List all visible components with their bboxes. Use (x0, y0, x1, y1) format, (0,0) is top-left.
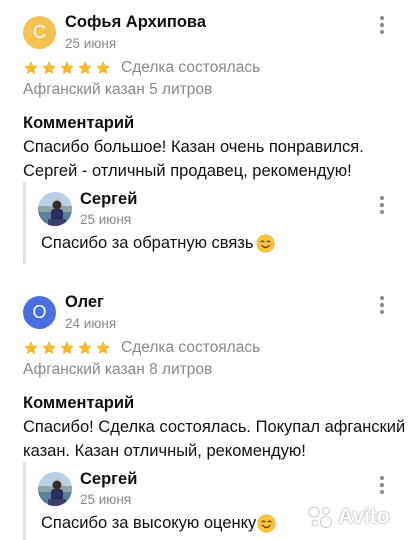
deal-status: Сделка состоялась (121, 339, 261, 356)
star-icon (96, 61, 110, 75)
avito-logo-icon (308, 506, 332, 528)
reply-text-row: Спасибо за высокую оценку (41, 514, 276, 533)
seller-name[interactable]: Сергей (80, 470, 137, 489)
avito-watermark: Avito (306, 504, 390, 530)
more-options-icon[interactable] (376, 14, 388, 36)
star-icon (78, 341, 92, 355)
smiling-face-icon (257, 514, 276, 533)
star-icon (96, 341, 110, 355)
reply-divider (23, 462, 26, 540)
review-date: 25 июня (65, 36, 117, 51)
deal-status: Сделка состоялась (121, 59, 261, 76)
author-name[interactable]: Софья Архипова (65, 13, 206, 32)
avatar-letter: С (33, 22, 46, 42)
comment-heading: Комментарий (23, 394, 135, 412)
star-icon (24, 341, 38, 355)
author-name[interactable]: Олег (65, 293, 104, 312)
comment-text: Спасибо! Сделка состоялась. Покупал афга… (23, 418, 406, 460)
more-options-icon[interactable] (376, 474, 388, 496)
smiling-face-icon (256, 234, 275, 253)
star-icon (78, 61, 92, 75)
star-icon (42, 61, 56, 75)
comment-heading: Комментарий (23, 114, 135, 132)
star-icon (24, 61, 38, 75)
comment-text: Спасибо большое! Казан очень понравился.… (23, 138, 364, 180)
seller-avatar[interactable] (38, 472, 72, 506)
watermark-text: Avito (338, 505, 390, 528)
reply-date: 25 июня (80, 492, 132, 507)
rating-stars (23, 60, 111, 76)
review-date: 24 июня (65, 316, 117, 331)
more-options-icon[interactable] (376, 194, 388, 216)
reply-text: Спасибо за высокую оценку (41, 514, 257, 532)
author-avatar[interactable]: С (23, 16, 56, 49)
seller-avatar[interactable] (38, 192, 72, 226)
rating-row: Сделка состоялась (23, 58, 260, 78)
product-name: Афганский казан 5 литров (23, 81, 213, 98)
star-icon (60, 341, 74, 355)
more-options-icon[interactable] (376, 294, 388, 316)
reply-date: 25 июня (80, 212, 132, 227)
rating-row: Сделка состоялась (23, 338, 260, 358)
product-name: Афганский казан 8 литров (23, 361, 213, 378)
star-icon (60, 61, 74, 75)
reply-text: Спасибо за обратную связь (41, 234, 254, 252)
seller-name[interactable]: Сергей (80, 190, 137, 209)
star-icon (42, 341, 56, 355)
reply-divider (23, 182, 26, 264)
rating-stars (23, 340, 111, 356)
avatar-letter: О (32, 302, 47, 322)
reply-text-row: Спасибо за обратную связь (41, 234, 275, 253)
author-avatar[interactable]: О (23, 296, 56, 329)
